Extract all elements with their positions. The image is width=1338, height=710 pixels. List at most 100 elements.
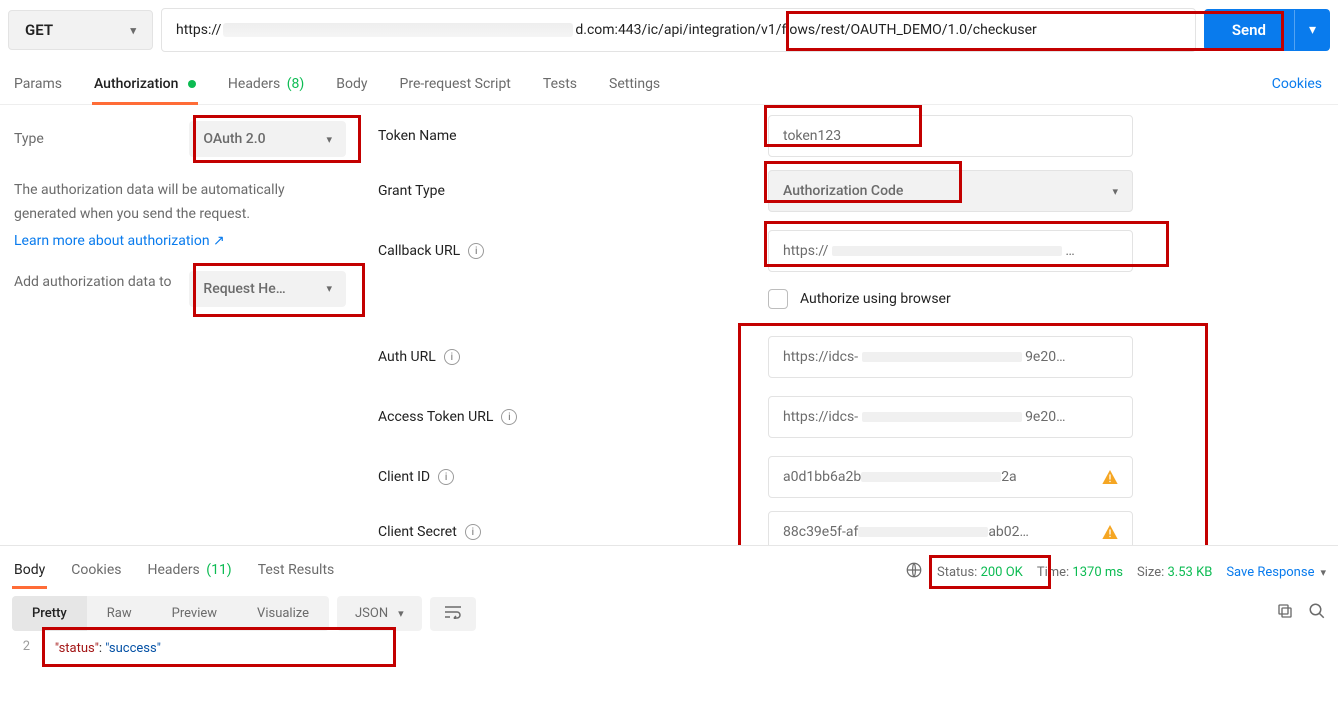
info-icon[interactable]: i bbox=[465, 524, 481, 540]
client-id-label: Client ID i bbox=[378, 469, 768, 485]
tab-authorization[interactable]: Authorization bbox=[92, 68, 198, 104]
send-button[interactable]: Send ▾ bbox=[1204, 9, 1330, 51]
add-to-label: Add authorization data to bbox=[14, 271, 189, 293]
auth-type-value: OAuth 2.0 bbox=[203, 131, 265, 147]
send-label: Send bbox=[1204, 9, 1294, 51]
access-token-url-input[interactable]: https://idcs- 9e20… bbox=[768, 396, 1133, 438]
info-icon[interactable]: i bbox=[468, 243, 484, 259]
client-secret-redacted bbox=[858, 527, 988, 537]
callback-redacted bbox=[832, 246, 1062, 256]
tab-headers-label: Headers bbox=[228, 76, 280, 92]
view-pretty[interactable]: Pretty bbox=[12, 596, 87, 631]
time-value: 1370 ms bbox=[1072, 565, 1123, 580]
external-link-icon: ↗ bbox=[213, 233, 225, 249]
learn-more-link[interactable]: Learn more about authorization ↗ bbox=[14, 233, 346, 249]
save-response-button[interactable]: Save Response ▾ bbox=[1226, 565, 1326, 580]
method-value: GET bbox=[25, 21, 53, 39]
authorize-browser-checkbox[interactable] bbox=[768, 289, 788, 309]
tab-tests[interactable]: Tests bbox=[541, 68, 579, 104]
chevron-down-icon: ▾ bbox=[326, 133, 332, 146]
url-input[interactable]: https:// d.com:443 /ic/api/integration/v… bbox=[161, 8, 1196, 52]
client-secret-input[interactable]: 88c39e5f-af ab02… bbox=[768, 511, 1133, 545]
url-prefix: https:// bbox=[176, 22, 221, 38]
callback-url-label: Callback URL i bbox=[378, 243, 768, 259]
headers-count: (8) bbox=[287, 76, 305, 92]
access-token-post: 9e20… bbox=[1025, 409, 1065, 425]
copy-icon[interactable] bbox=[1276, 602, 1294, 625]
resp-tab-cookies[interactable]: Cookies bbox=[69, 556, 123, 588]
client-id-pre: a0d1bb6a2b bbox=[783, 469, 861, 485]
globe-icon[interactable] bbox=[905, 561, 923, 583]
chevron-down-icon: ▾ bbox=[398, 607, 404, 620]
client-id-text: Client ID bbox=[378, 469, 430, 485]
view-raw[interactable]: Raw bbox=[87, 596, 152, 631]
auth-url-post: 9e20… bbox=[1025, 349, 1065, 365]
send-caret[interactable]: ▾ bbox=[1294, 10, 1330, 50]
wrap-lines-button[interactable] bbox=[430, 597, 476, 631]
client-id-post: 2a bbox=[1001, 469, 1016, 485]
method-select[interactable]: GET ▾ bbox=[8, 10, 153, 50]
access-token-text: Access Token URL bbox=[378, 409, 493, 425]
learn-more-label: Learn more about authorization bbox=[14, 233, 210, 249]
size-value: 3.53 KB bbox=[1168, 565, 1213, 580]
resp-tab-headers[interactable]: Headers (11) bbox=[145, 556, 233, 588]
resp-tab-body[interactable]: Body bbox=[12, 556, 47, 588]
client-id-redacted bbox=[861, 472, 1001, 482]
auth-url-redacted bbox=[862, 352, 1022, 362]
info-icon[interactable]: i bbox=[501, 409, 517, 425]
auth-url-input[interactable]: https://idcs- 9e20… bbox=[768, 336, 1133, 378]
grant-type-label: Grant Type bbox=[378, 183, 768, 199]
warning-icon bbox=[1102, 525, 1118, 539]
chevron-down-icon: ▾ bbox=[1320, 566, 1326, 579]
auth-help-text: The authorization data will be automatic… bbox=[14, 179, 346, 227]
resp-tab-test-results[interactable]: Test Results bbox=[256, 556, 337, 588]
token-name-input[interactable]: token123 bbox=[768, 115, 1133, 157]
type-label: Type bbox=[14, 131, 189, 147]
add-to-value: Request He… bbox=[203, 281, 285, 297]
auth-url-text: Auth URL bbox=[378, 349, 436, 365]
time-label: Time: bbox=[1037, 565, 1069, 580]
view-visualize[interactable]: Visualize bbox=[237, 596, 329, 631]
tab-params[interactable]: Params bbox=[12, 68, 64, 104]
auth-url-pre: https://idcs- bbox=[783, 349, 858, 365]
authorize-browser-label: Authorize using browser bbox=[800, 291, 951, 307]
chevron-down-icon: ▾ bbox=[326, 282, 332, 295]
client-secret-post: ab02… bbox=[988, 524, 1029, 540]
client-secret-label: Client Secret i bbox=[378, 524, 768, 540]
auth-url-label: Auth URL i bbox=[378, 349, 768, 365]
status-label: Status: bbox=[937, 565, 977, 580]
chevron-down-icon: ▾ bbox=[130, 24, 136, 37]
tab-headers[interactable]: Headers (8) bbox=[226, 68, 306, 104]
url-path: /ic/api/integration/v1/flows/rest/OAUTH_… bbox=[642, 22, 1037, 38]
size-label: Size: bbox=[1137, 565, 1164, 580]
format-select[interactable]: JSON ▾ bbox=[337, 596, 422, 631]
line-number: 2 bbox=[12, 639, 42, 658]
grant-type-select[interactable]: Authorization Code ▾ bbox=[768, 170, 1133, 212]
info-icon[interactable]: i bbox=[438, 469, 454, 485]
callback-url-input[interactable]: https:// … bbox=[768, 230, 1133, 272]
warning-icon bbox=[1102, 470, 1118, 484]
json-value: "success" bbox=[105, 641, 161, 656]
resp-headers-label: Headers bbox=[147, 562, 199, 578]
client-secret-pre: 88c39e5f-af bbox=[783, 524, 858, 540]
cookies-link[interactable]: Cookies bbox=[1272, 68, 1326, 104]
auth-type-select[interactable]: OAuth 2.0 ▾ bbox=[189, 121, 346, 157]
auth-active-dot bbox=[188, 80, 196, 88]
search-icon[interactable] bbox=[1308, 602, 1326, 625]
url-redacted bbox=[223, 23, 573, 37]
client-id-input[interactable]: a0d1bb6a2b 2a bbox=[768, 456, 1133, 498]
tab-prerequest[interactable]: Pre-request Script bbox=[398, 68, 513, 104]
tab-authorization-label: Authorization bbox=[94, 76, 178, 92]
tab-settings[interactable]: Settings bbox=[607, 68, 662, 104]
add-auth-to-select[interactable]: Request He… ▾ bbox=[189, 271, 346, 307]
format-value: JSON bbox=[355, 606, 388, 621]
view-preview[interactable]: Preview bbox=[152, 596, 237, 631]
resp-headers-count: (11) bbox=[206, 562, 231, 578]
info-icon[interactable]: i bbox=[444, 349, 460, 365]
access-token-url-label: Access Token URL i bbox=[378, 409, 768, 425]
json-key: "status" bbox=[55, 641, 99, 656]
tab-body[interactable]: Body bbox=[334, 68, 369, 104]
access-token-redacted bbox=[862, 412, 1022, 422]
status-value: 200 OK bbox=[981, 565, 1023, 580]
callback-value-prefix: https:// bbox=[783, 243, 828, 259]
